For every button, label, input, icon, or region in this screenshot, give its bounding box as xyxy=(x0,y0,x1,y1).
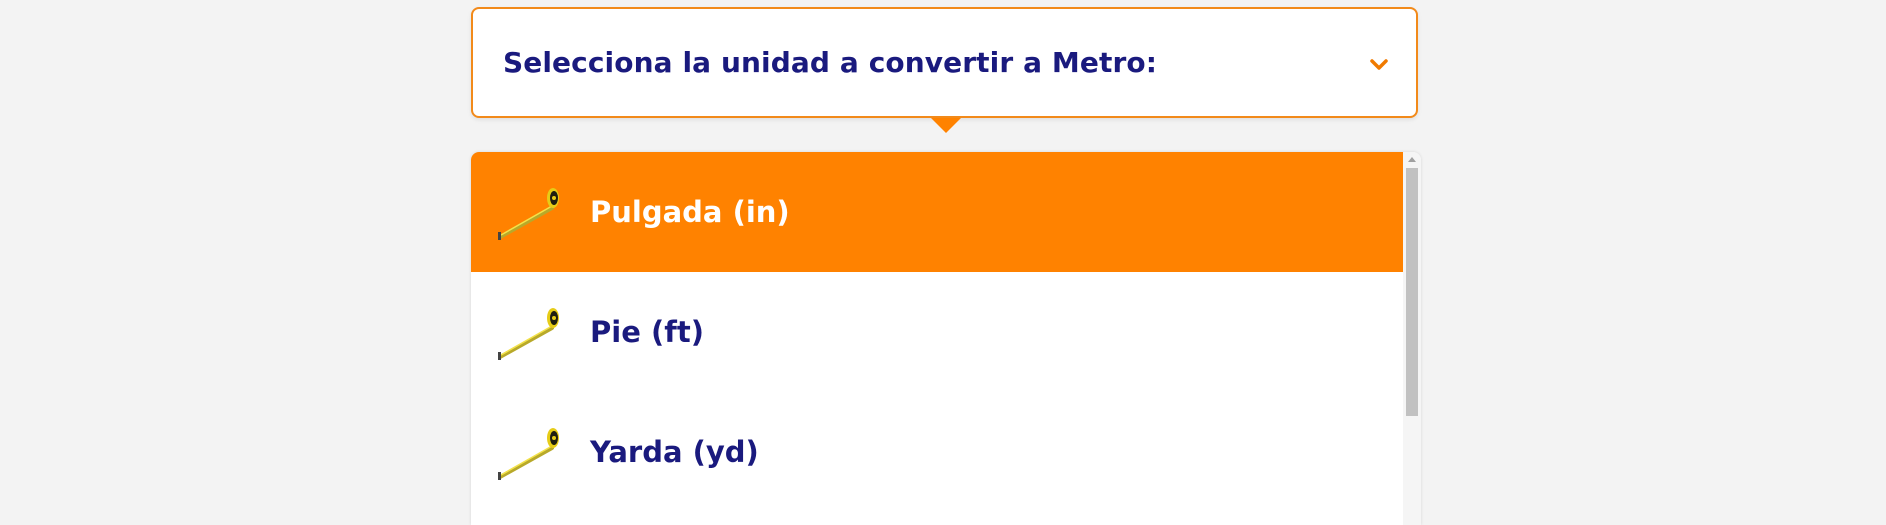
unit-select-dropdown[interactable]: Selecciona la unidad a convertir a Metro… xyxy=(471,7,1418,118)
unit-option-pie[interactable]: Pie (ft) xyxy=(471,272,1403,392)
unit-options-list[interactable]: Pulgada (in) Pie (ft) Yarda (yd) xyxy=(471,152,1421,525)
dropdown-pointer xyxy=(931,118,961,133)
unit-option-pulgada[interactable]: Pulgada (in) xyxy=(471,152,1403,272)
chevron-down-icon xyxy=(1370,58,1388,70)
tape-measure-icon xyxy=(498,308,559,360)
unit-option-label: Pulgada (in) xyxy=(590,195,790,229)
unit-option-yarda[interactable]: Yarda (yd) xyxy=(471,392,1403,512)
tape-measure-icon xyxy=(498,188,559,240)
unit-select-label: Selecciona la unidad a convertir a Metro… xyxy=(503,46,1158,79)
list-scrollbar[interactable] xyxy=(1403,152,1421,525)
unit-option-label: Pie (ft) xyxy=(590,315,704,349)
tape-measure-icon xyxy=(498,428,559,480)
scroll-up-arrow-icon[interactable] xyxy=(1408,157,1416,162)
scrollbar-thumb[interactable] xyxy=(1406,168,1418,416)
unit-option-label: Yarda (yd) xyxy=(590,435,759,469)
